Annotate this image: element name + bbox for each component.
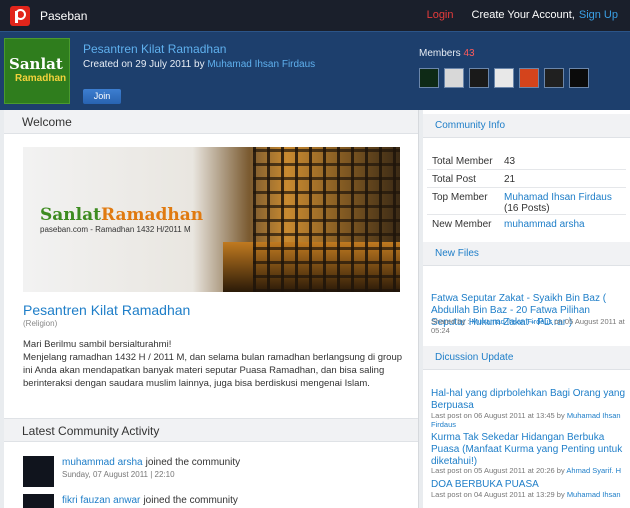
discussion-meta-prefix: Last post on 05 August 2011 at 20:26 by <box>431 466 565 475</box>
avatar[interactable] <box>23 494 54 508</box>
created-prefix: Created on 29 July 2011 by <box>83 59 205 70</box>
members-header: Members 43 <box>419 48 475 59</box>
member-avatars <box>419 68 589 88</box>
activity-action: joined the community <box>145 457 241 468</box>
account-links: Login Create Your Account, Sign Up <box>427 9 618 21</box>
total-post-label: Total Post <box>432 174 476 185</box>
divider <box>427 187 626 188</box>
activity-user-link[interactable]: fikri fauzan anwar <box>62 495 140 506</box>
top-member-posts: (16 Posts) <box>504 203 550 214</box>
members-label: Members <box>419 48 461 59</box>
discussion-link[interactable]: Hal-hal yang diprbolehkan Bagi Orang yan… <box>431 388 626 412</box>
discussion-section: Dicussion Update <box>423 346 630 370</box>
file-sharer-link[interactable]: Muhamad Ihsan Firdaus <box>471 317 552 326</box>
community-title[interactable]: Pesantren Kilat Ramadhan <box>83 42 226 56</box>
top-member-link[interactable]: Muhamad Ihsan Firdaus <box>504 192 612 203</box>
total-post-value: 21 <box>504 174 516 185</box>
discussion-user-link[interactable]: Muhamad Ihsan <box>567 490 621 499</box>
activity-item: fikri fauzan anwar joined the community <box>23 494 238 508</box>
community-category: (Religion) <box>23 319 58 328</box>
new-files-section: New Files <box>423 242 630 266</box>
community-name[interactable]: Pesantren Kilat Ramadhan <box>23 302 190 318</box>
activity-text: muhammad arsha joined the community Sund… <box>62 456 240 487</box>
welcome-heading: Welcome <box>4 110 418 134</box>
banner-title: SanlatRamadhan <box>40 205 203 225</box>
divider <box>427 169 626 170</box>
total-member-value: 43 <box>504 156 516 167</box>
activity-section: Latest Community Activity <box>4 418 418 442</box>
member-avatar[interactable] <box>544 68 564 88</box>
discussion-meta: Last post on 05 August 2011 at 20:26 by … <box>431 466 626 475</box>
member-avatar[interactable] <box>444 68 464 88</box>
discussion-meta-prefix: Last post on 06 August 2011 at 13:45 by <box>431 411 565 420</box>
discussion-meta: Last post on 04 August 2011 at 13:29 by … <box>431 490 626 499</box>
activity-text: fikri fauzan anwar joined the community <box>62 494 238 508</box>
avatar[interactable] <box>23 456 54 487</box>
total-member-label: Total Member <box>432 156 493 167</box>
thumbnail-text-ramadhan: Ramadhan <box>15 73 67 84</box>
new-member-label: New Member <box>432 219 492 230</box>
community-header: Sanlat Ramadhan Pesantren Kilat Ramadhan… <box>0 31 630 110</box>
top-navigation-bar: Paseban Login Create Your Account, Sign … <box>0 0 630 31</box>
activity-user-link[interactable]: muhammad arsha <box>62 457 143 468</box>
discussion-heading: Dicussion Update <box>423 346 630 370</box>
paseban-logo-icon[interactable] <box>10 5 30 26</box>
description-line-2: Menjelang ramadhan 1432 H / 2011 M, dan … <box>23 352 403 389</box>
activity-date: Sunday, 07 August 2011 | 22:10 <box>62 470 175 479</box>
activity-heading: Latest Community Activity <box>4 418 418 442</box>
member-avatar[interactable] <box>519 68 539 88</box>
top-member-value: Muhamad Ihsan Firdaus (16 Posts) <box>504 192 624 214</box>
discussion-meta: Last post on 06 August 2011 at 13:45 by … <box>431 411 626 429</box>
discussion-link[interactable]: Kurma Tak Sekedar Hidangan Berbuka Puasa… <box>431 432 626 468</box>
member-avatar[interactable] <box>469 68 489 88</box>
community-thumbnail: Sanlat Ramadhan <box>4 38 70 104</box>
activity-action: joined the community <box>143 495 238 506</box>
community-banner-image: SanlatRamadhan paseban.com - Ramadhan 14… <box>23 147 400 292</box>
member-avatar[interactable] <box>569 68 589 88</box>
new-files-heading: New Files <box>423 242 630 266</box>
banner-subtitle: paseban.com - Ramadhan 1432 H/2011 M <box>40 225 191 234</box>
main-content: Welcome SanlatRamadhan paseban.com - Ram… <box>4 110 419 508</box>
community-description: Mari Berilmu sambil bersialturahmi! Menj… <box>23 338 403 390</box>
discussion-user-link[interactable]: Ahmad Syarif. H <box>566 466 621 475</box>
sign-up-link[interactable]: Sign Up <box>579 9 618 21</box>
created-info: Created on 29 July 2011 by Muhamad Ihsan… <box>83 59 315 70</box>
file-meta: Shared by : Muhamad Ihsan Firdaus on 05 … <box>431 317 626 335</box>
member-avatar[interactable] <box>419 68 439 88</box>
creator-link[interactable]: Muhamad Ihsan Firdaus <box>207 59 315 70</box>
members-count: 43 <box>463 48 475 59</box>
banner-title-green: Sanlat <box>40 205 101 225</box>
discussion-meta-prefix: Last post on 04 August 2011 at 13:29 by <box>431 490 565 499</box>
login-link[interactable]: Login <box>427 9 454 21</box>
brand-name[interactable]: Paseban <box>40 9 87 23</box>
divider <box>427 214 626 215</box>
banner-window-grid <box>253 147 400 292</box>
description-line-1: Mari Berilmu sambil bersialturahmi! <box>23 339 172 350</box>
thumbnail-text-sanlat: Sanlat <box>9 55 63 73</box>
file-meta-prefix: Shared by : <box>431 317 470 326</box>
banner-title-orange: Ramadhan <box>100 205 204 225</box>
join-button[interactable]: Join <box>83 89 121 104</box>
member-avatar[interactable] <box>494 68 514 88</box>
new-member-link[interactable]: muhammad arsha <box>504 219 624 230</box>
create-account-text: Create Your Account, <box>471 9 575 21</box>
sidebar: Community Info Total Member 43 Total Pos… <box>423 110 630 508</box>
top-member-label: Top Member <box>432 192 488 203</box>
community-info-heading: Community Info <box>423 114 630 138</box>
activity-item: muhammad arsha joined the community Sund… <box>23 456 240 487</box>
